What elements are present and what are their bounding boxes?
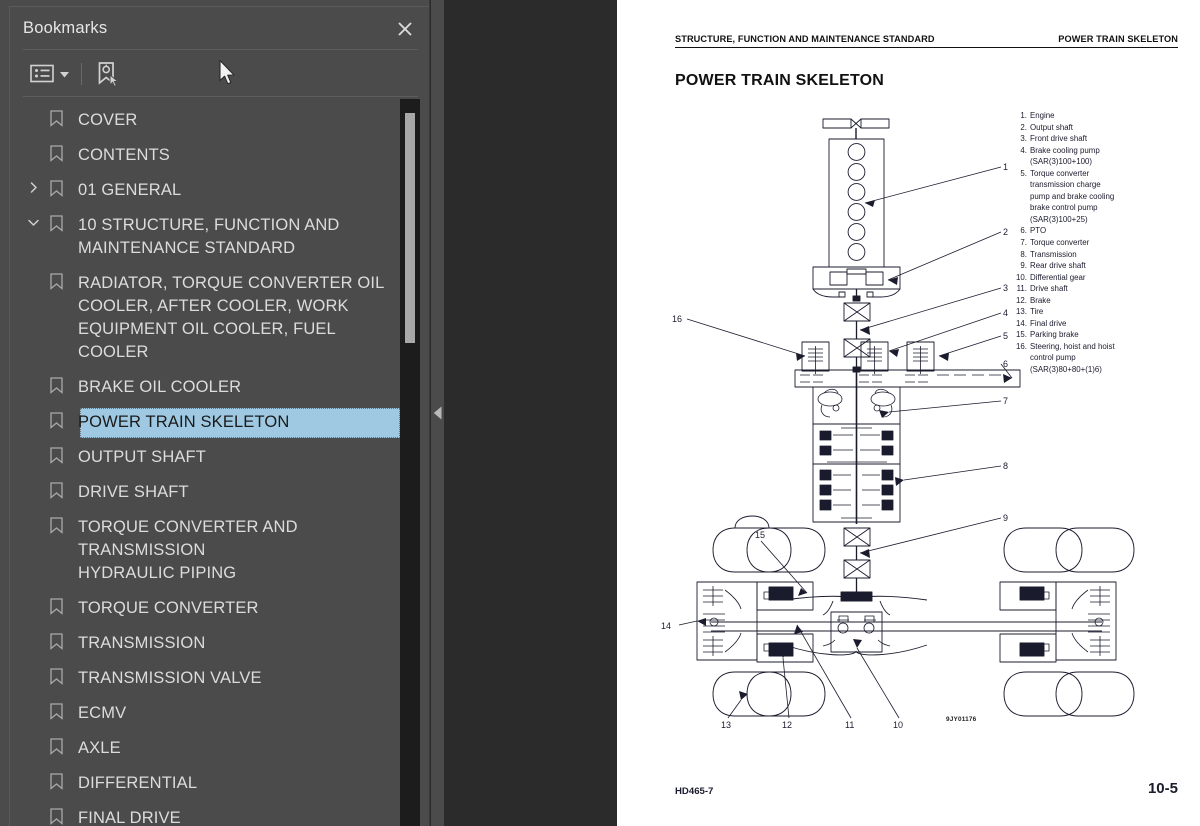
bookmark-label: TRANSMISSION: [78, 634, 206, 652]
bookmark-icon: [45, 510, 67, 534]
twisty-spacer: [21, 138, 45, 147]
bookmark-item-01-general[interactable]: 01 GENERAL: [10, 173, 429, 208]
bookmarks-tree[interactable]: COVER CONTENTS 01 GENERAL 10 STRUCTURE, FUN…: [10, 97, 429, 826]
bookmarks-panel-inner: Bookmarks COVER CONTENTS 01 GENERAL 10 S…: [9, 6, 429, 826]
bookmark-icon: [45, 405, 67, 429]
bookmark-icon: [45, 103, 67, 127]
chevron-down-icon[interactable]: [21, 208, 45, 228]
bookmark-label: TRANSMISSION VALVE: [78, 669, 262, 687]
bookmark-icon: [45, 766, 67, 790]
svg-text:5: 5: [1003, 331, 1008, 341]
bookmark-item-drive-shaft[interactable]: DRIVE SHAFT: [10, 475, 429, 510]
bookmark-icon: [45, 173, 67, 197]
bookmark-label: POWER TRAIN SKELETON: [78, 413, 290, 431]
bookmark-item-axle[interactable]: AXLE: [10, 731, 429, 766]
bookmark-icon: [45, 138, 67, 162]
bookmark-label: COVER: [78, 111, 138, 129]
bookmark-label: RADIATOR, TORQUE CONVERTER OIL COOLER, A…: [78, 274, 385, 361]
svg-text:10: 10: [893, 720, 903, 730]
bookmark-label: 10 STRUCTURE, FUNCTION AND MAINTENANCE S…: [78, 216, 340, 257]
svg-text:14: 14: [661, 621, 671, 631]
document-viewer[interactable]: STRUCTURE, FUNCTION AND MAINTENANCE STAN…: [444, 0, 1200, 826]
bookmark-item-final-drive[interactable]: FINAL DRIVE: [10, 801, 429, 826]
bookmarks-toolbar: [10, 50, 429, 97]
svg-text:16: 16: [672, 314, 682, 324]
power-train-skeleton-diagram: 1 2 3 4 5 6 7 8 9 16 14 15 13 12 11 10: [661, 118, 1135, 730]
svg-text:9: 9: [1003, 513, 1008, 523]
bookmarks-panel-header: Bookmarks: [10, 7, 429, 50]
bookmark-label: 01 GENERAL: [78, 181, 182, 199]
svg-text:15: 15: [755, 530, 765, 540]
svg-text:4: 4: [1003, 308, 1008, 318]
svg-text:6: 6: [1003, 359, 1008, 369]
pdf-viewer-window: Bookmarks COVER CONTENTS 01 GENERAL 10 S…: [0, 0, 1200, 826]
bookmark-icon: [45, 661, 67, 685]
svg-text:8: 8: [1003, 461, 1008, 471]
bookmark-label: TORQUE CONVERTER AND TRANSMISSION HYDRAU…: [78, 518, 298, 582]
bookmark-item-brake-oil-cooler[interactable]: BRAKE OIL COOLER: [10, 370, 429, 405]
new-bookmark-icon[interactable]: [94, 60, 122, 88]
bookmark-label: DRIVE SHAFT: [78, 483, 189, 501]
svg-text:11: 11: [845, 720, 854, 730]
bookmark-label: OUTPUT SHAFT: [78, 448, 206, 466]
bookmark-label: AXLE: [78, 739, 121, 757]
footer-model: HD465-7: [675, 786, 714, 797]
bookmark-icon: [45, 370, 67, 394]
bookmarks-panel: Bookmarks COVER CONTENTS 01 GENERAL 10 S…: [0, 0, 430, 826]
close-icon[interactable]: [392, 16, 418, 42]
bookmark-item-transmission[interactable]: TRANSMISSION: [10, 626, 429, 661]
bookmark-item-transmission-valve[interactable]: TRANSMISSION VALVE: [10, 661, 429, 696]
toolbar-divider: [81, 62, 82, 85]
bookmark-label: ECMV: [78, 704, 127, 722]
panel-collapse-handle[interactable]: [431, 0, 444, 826]
bookmark-icon: [45, 801, 67, 825]
bookmark-label: TORQUE CONVERTER: [78, 599, 259, 617]
bookmark-item-differential[interactable]: DIFFERENTIAL: [10, 766, 429, 801]
bookmark-item-output-shaft[interactable]: OUTPUT SHAFT: [10, 440, 429, 475]
bookmark-item-contents[interactable]: CONTENTS: [10, 138, 429, 173]
chevron-down-icon: [60, 65, 69, 83]
bookmark-icon: [45, 475, 67, 499]
bookmark-icon: [45, 208, 67, 232]
list-options-icon[interactable]: [28, 60, 71, 88]
svg-text:2: 2: [1003, 227, 1008, 237]
bookmark-icon: [45, 731, 67, 755]
bookmark-item-cover[interactable]: COVER: [10, 103, 429, 138]
svg-text:3: 3: [1003, 283, 1008, 293]
bookmark-item-torque-converter-and-transmission[interactable]: TORQUE CONVERTER AND TRANSMISSION HYDRAU…: [10, 510, 429, 591]
bookmark-item-radiator-torque-converter-oil[interactable]: RADIATOR, TORQUE CONVERTER OIL COOLER, A…: [10, 266, 429, 370]
bookmark-label: FINAL DRIVE: [78, 809, 181, 826]
drawing-id: 9JY01176: [946, 716, 977, 723]
svg-text:13: 13: [721, 720, 731, 730]
bookmark-item-torque-converter[interactable]: TORQUE CONVERTER: [10, 591, 429, 626]
bookmark-icon: [45, 626, 67, 650]
scrollbar-thumb[interactable]: [405, 113, 415, 343]
bookmark-icon: [45, 696, 67, 720]
bookmark-label: DIFFERENTIAL: [78, 774, 198, 792]
svg-text:7: 7: [1003, 396, 1008, 406]
pdf-page: STRUCTURE, FUNCTION AND MAINTENANCE STAN…: [617, 0, 1200, 826]
chevron-right-icon[interactable]: [21, 173, 45, 193]
bookmark-item-ecmv[interactable]: ECMV: [10, 696, 429, 731]
bookmark-label: CONTENTS: [78, 146, 170, 164]
footer-page-number: 10-5: [1147, 780, 1178, 797]
twisty-spacer: [21, 103, 45, 112]
bookmark-item-10-structure-function-and[interactable]: 10 STRUCTURE, FUNCTION AND MAINTENANCE S…: [10, 208, 429, 266]
bookmark-icon: [45, 440, 67, 464]
bookmark-item-power-train-skeleton[interactable]: POWER TRAIN SKELETON: [10, 405, 429, 440]
bookmarks-scrollbar[interactable]: [400, 99, 420, 826]
svg-text:1: 1: [1003, 162, 1008, 172]
bookmark-icon: [45, 591, 67, 615]
panel-title: Bookmarks: [23, 19, 108, 37]
bookmark-icon: [45, 266, 67, 290]
bookmark-label: BRAKE OIL COOLER: [78, 378, 242, 396]
svg-text:12: 12: [782, 720, 792, 730]
